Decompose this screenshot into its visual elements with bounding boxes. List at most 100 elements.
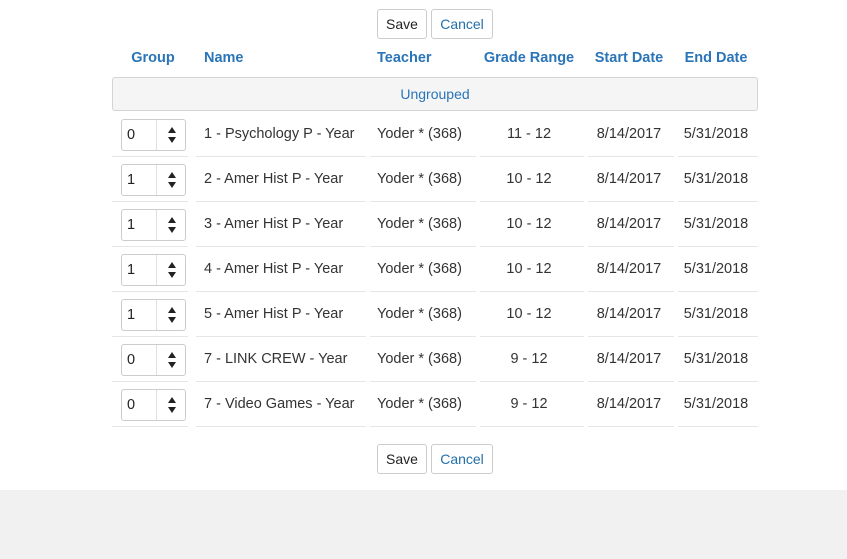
course-name: 7 - LINK CREW - Year <box>204 351 348 367</box>
stepper-divider <box>156 345 157 375</box>
start-date: 8/14/2017 <box>596 396 662 412</box>
increment-arrow-icon[interactable] <box>168 217 176 223</box>
teacher-name: Yoder * (368) <box>377 396 462 412</box>
row-divider <box>480 426 584 427</box>
stepper-divider <box>156 300 157 330</box>
row-divider <box>112 426 188 427</box>
content-area: Save Cancel Group Name Teacher Grade Ran… <box>0 0 847 490</box>
group-value: 1 <box>127 172 136 188</box>
table-row: 1 4 - Amer Hist P - Year Yoder * (368) 10 -… <box>112 247 758 292</box>
teacher-name: Yoder * (368) <box>377 306 462 322</box>
table-row: 0 1 - Psychology P - Year Yoder * (368) 11 … <box>112 112 758 157</box>
grade-range: 11 - 12 <box>506 126 552 142</box>
grade-range: 10 - 12 <box>506 306 552 322</box>
start-date: 8/14/2017 <box>596 126 662 142</box>
group-stepper[interactable]: 1 <box>121 299 186 331</box>
end-date: 5/31/2018 <box>683 216 749 232</box>
group-value: 1 <box>127 307 136 323</box>
course-name: 5 - Amer Hist P - Year <box>204 306 344 322</box>
course-name: 2 - Amer Hist P - Year <box>204 171 344 187</box>
row-divider <box>588 426 674 427</box>
teacher-name: Yoder * (368) <box>377 171 462 187</box>
start-date: 8/14/2017 <box>596 171 662 187</box>
table-row: 0 7 - LINK CREW - Year Yoder * (368) 9 - 12… <box>112 337 758 382</box>
end-date: 5/31/2018 <box>683 351 749 367</box>
decrement-arrow-icon[interactable] <box>168 227 176 233</box>
start-date: 8/14/2017 <box>596 261 662 277</box>
increment-arrow-icon[interactable] <box>168 262 176 268</box>
teacher-name: Yoder * (368) <box>377 126 462 142</box>
start-date: 8/14/2017 <box>596 216 662 232</box>
decrement-arrow-icon[interactable] <box>168 407 176 413</box>
grade-range: 10 - 12 <box>506 171 552 187</box>
group-value: 1 <box>127 217 136 233</box>
spinner-arrows <box>166 169 178 191</box>
stepper-divider <box>156 255 157 285</box>
course-name: 1 - Psychology P - Year <box>204 126 355 142</box>
group-stepper[interactable]: 1 <box>121 254 186 286</box>
stepper-divider <box>156 390 157 420</box>
spinner-arrows <box>166 124 178 146</box>
course-name: 3 - Amer Hist P - Year <box>204 216 344 232</box>
cancel-button-top[interactable]: Cancel <box>431 9 493 39</box>
end-date: 5/31/2018 <box>683 261 749 277</box>
decrement-arrow-icon[interactable] <box>168 137 176 143</box>
column-header-group[interactable]: Group <box>131 50 175 66</box>
table-row: 1 3 - Amer Hist P - Year Yoder * (368) 10 -… <box>112 202 758 247</box>
decrement-arrow-icon[interactable] <box>168 272 176 278</box>
group-value: 0 <box>127 352 136 368</box>
start-date: 8/14/2017 <box>596 306 662 322</box>
group-stepper[interactable]: 0 <box>121 344 186 376</box>
end-date: 5/31/2018 <box>683 396 749 412</box>
column-header-start-date[interactable]: Start Date <box>595 50 664 66</box>
stepper-divider <box>156 210 157 240</box>
table-row: 1 5 - Amer Hist P - Year Yoder * (368) 10 -… <box>112 292 758 337</box>
table-row: 1 2 - Amer Hist P - Year Yoder * (368) 10 -… <box>112 157 758 202</box>
increment-arrow-icon[interactable] <box>168 307 176 313</box>
end-date: 5/31/2018 <box>683 306 749 322</box>
group-value: 0 <box>127 397 136 413</box>
spinner-arrows <box>166 259 178 281</box>
column-header-grade-range[interactable]: Grade Range <box>484 50 574 66</box>
group-stepper[interactable]: 0 <box>121 389 186 421</box>
spinner-arrows <box>166 394 178 416</box>
column-header-end-date[interactable]: End Date <box>685 50 748 66</box>
spinner-arrows <box>166 214 178 236</box>
column-header-teacher[interactable]: Teacher <box>377 50 432 66</box>
spinner-arrows <box>166 304 178 326</box>
spinner-arrows <box>166 349 178 371</box>
increment-arrow-icon[interactable] <box>168 127 176 133</box>
group-stepper[interactable]: 1 <box>121 164 186 196</box>
grade-range: 10 - 12 <box>506 261 552 277</box>
stepper-divider <box>156 120 157 150</box>
increment-arrow-icon[interactable] <box>168 172 176 178</box>
column-header-name[interactable]: Name <box>204 50 244 66</box>
grade-range: 10 - 12 <box>506 216 552 232</box>
grade-range: 9 - 12 <box>510 351 548 367</box>
decrement-arrow-icon[interactable] <box>168 182 176 188</box>
save-button-bottom[interactable]: Save <box>377 444 427 474</box>
course-name: 7 - Video Games - Year <box>204 396 355 412</box>
cancel-button-bottom[interactable]: Cancel <box>431 444 493 474</box>
group-value: 1 <box>127 262 136 278</box>
group-stepper[interactable]: 0 <box>121 119 186 151</box>
group-header-ungrouped: Ungrouped <box>112 77 758 111</box>
teacher-name: Yoder * (368) <box>377 216 462 232</box>
save-button-top[interactable]: Save <box>377 9 427 39</box>
teacher-name: Yoder * (368) <box>377 351 462 367</box>
decrement-arrow-icon[interactable] <box>168 317 176 323</box>
increment-arrow-icon[interactable] <box>168 397 176 403</box>
row-divider <box>370 426 476 427</box>
table-row: 0 7 - Video Games - Year Yoder * (368) 9 - … <box>112 382 758 427</box>
top-button-bar: Save Cancel <box>377 9 493 39</box>
grade-range: 9 - 12 <box>510 396 548 412</box>
group-value: 0 <box>127 127 136 143</box>
start-date: 8/14/2017 <box>596 351 662 367</box>
group-stepper[interactable]: 1 <box>121 209 186 241</box>
end-date: 5/31/2018 <box>683 171 749 187</box>
teacher-name: Yoder * (368) <box>377 261 462 277</box>
end-date: 5/31/2018 <box>683 126 749 142</box>
increment-arrow-icon[interactable] <box>168 352 176 358</box>
row-divider <box>196 426 366 427</box>
decrement-arrow-icon[interactable] <box>168 362 176 368</box>
